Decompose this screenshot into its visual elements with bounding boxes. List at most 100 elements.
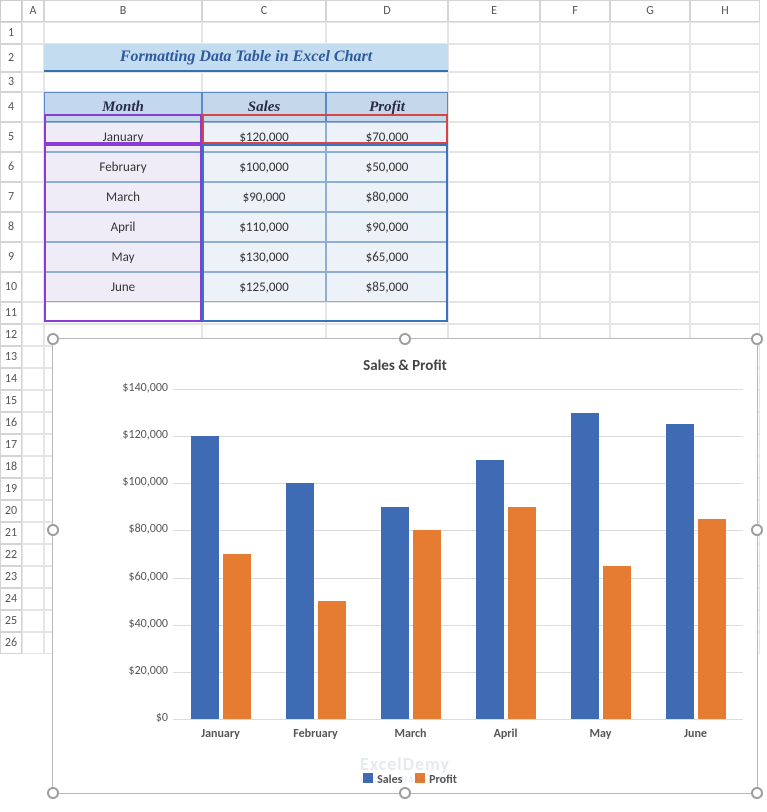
- row-header-15[interactable]: 15: [0, 390, 22, 412]
- cell-A12[interactable]: [22, 324, 44, 346]
- cell-A9[interactable]: [22, 242, 44, 272]
- row-header-9[interactable]: 9: [0, 242, 22, 272]
- cell-A4[interactable]: [22, 92, 44, 122]
- chart-handle-nw[interactable]: [47, 333, 59, 345]
- chart-container[interactable]: Sales & Profit $140,000$120,000$100,000$…: [52, 338, 758, 794]
- chart-handle-w[interactable]: [47, 524, 59, 536]
- cell-F2[interactable]: [540, 44, 610, 72]
- bar-sales[interactable]: [476, 460, 504, 719]
- cell-C1[interactable]: [202, 22, 326, 44]
- cell-A18[interactable]: [22, 456, 44, 478]
- cell-A16[interactable]: [22, 412, 44, 434]
- cell-D11[interactable]: [326, 302, 448, 324]
- row-header-12[interactable]: 12: [0, 324, 22, 346]
- row-header-14[interactable]: 14: [0, 368, 22, 390]
- cell-C11[interactable]: [202, 302, 326, 324]
- row-header-7[interactable]: 7: [0, 182, 22, 212]
- cell-E4[interactable]: [448, 92, 540, 122]
- bar-sales[interactable]: [286, 483, 314, 719]
- chart-handle-e[interactable]: [751, 524, 763, 536]
- cell-H4[interactable]: [690, 92, 760, 122]
- cell-G11[interactable]: [610, 302, 690, 324]
- cell-A22[interactable]: [22, 544, 44, 566]
- cell-H8[interactable]: [690, 212, 760, 242]
- bar-profit[interactable]: [508, 507, 536, 719]
- cell-A19[interactable]: [22, 478, 44, 500]
- cell-H10[interactable]: [690, 272, 760, 302]
- cell-A7[interactable]: [22, 182, 44, 212]
- table-cell-profit[interactable]: $90,000: [326, 212, 448, 242]
- cell-A21[interactable]: [22, 522, 44, 544]
- row-header-26[interactable]: 26: [0, 632, 22, 654]
- row-header-20[interactable]: 20: [0, 500, 22, 522]
- table-cell-month[interactable]: April: [44, 212, 202, 242]
- bar-profit[interactable]: [413, 530, 441, 719]
- cell-G7[interactable]: [610, 182, 690, 212]
- col-header-A[interactable]: A: [22, 0, 44, 22]
- cell-A1[interactable]: [22, 22, 44, 44]
- row-header-8[interactable]: 8: [0, 212, 22, 242]
- chart-handle-ne[interactable]: [751, 333, 763, 345]
- table-cell-month[interactable]: March: [44, 182, 202, 212]
- cell-A5[interactable]: [22, 122, 44, 152]
- col-header-C[interactable]: C: [202, 0, 326, 22]
- row-header-3[interactable]: 3: [0, 72, 22, 92]
- table-cell-profit[interactable]: $50,000: [326, 152, 448, 182]
- row-header-11[interactable]: 11: [0, 302, 22, 324]
- cell-A8[interactable]: [22, 212, 44, 242]
- table-cell-month[interactable]: May: [44, 242, 202, 272]
- cell-E7[interactable]: [448, 182, 540, 212]
- cell-H2[interactable]: [690, 44, 760, 72]
- bar-sales[interactable]: [191, 436, 219, 719]
- table-cell-month[interactable]: February: [44, 152, 202, 182]
- table-header-profit[interactable]: Profit: [326, 92, 448, 122]
- table-cell-profit[interactable]: $80,000: [326, 182, 448, 212]
- cell-D3[interactable]: [326, 72, 448, 92]
- col-header-D[interactable]: D: [326, 0, 448, 22]
- table-header-sales[interactable]: Sales: [202, 92, 326, 122]
- table-cell-sales[interactable]: $130,000: [202, 242, 326, 272]
- cell-A13[interactable]: [22, 346, 44, 368]
- row-header-22[interactable]: 22: [0, 544, 22, 566]
- cell-H1[interactable]: [690, 22, 760, 44]
- col-header-B[interactable]: B: [44, 0, 202, 22]
- table-cell-sales[interactable]: $120,000: [202, 122, 326, 152]
- cell-A10[interactable]: [22, 272, 44, 302]
- cell-A15[interactable]: [22, 390, 44, 412]
- cell-H6[interactable]: [690, 152, 760, 182]
- chart-handle-se[interactable]: [751, 787, 763, 799]
- cell-B11[interactable]: [44, 302, 202, 324]
- cell-A26[interactable]: [22, 632, 44, 654]
- chart-handle-sw[interactable]: [47, 787, 59, 799]
- cell-A2[interactable]: [22, 44, 44, 72]
- bar-sales[interactable]: [571, 413, 599, 719]
- cell-A23[interactable]: [22, 566, 44, 588]
- cell-E6[interactable]: [448, 152, 540, 182]
- bar-profit[interactable]: [223, 554, 251, 719]
- table-cell-sales[interactable]: $110,000: [202, 212, 326, 242]
- table-cell-profit[interactable]: $70,000: [326, 122, 448, 152]
- cell-A14[interactable]: [22, 368, 44, 390]
- row-header-5[interactable]: 5: [0, 122, 22, 152]
- cell-A24[interactable]: [22, 588, 44, 610]
- cell-G2[interactable]: [610, 44, 690, 72]
- row-header-10[interactable]: 10: [0, 272, 22, 302]
- bar-profit[interactable]: [603, 566, 631, 719]
- cell-G3[interactable]: [610, 72, 690, 92]
- cell-F7[interactable]: [540, 182, 610, 212]
- chart-handle-s[interactable]: [399, 787, 411, 799]
- cell-F9[interactable]: [540, 242, 610, 272]
- cell-H11[interactable]: [690, 302, 760, 324]
- cell-G10[interactable]: [610, 272, 690, 302]
- cell-F1[interactable]: [540, 22, 610, 44]
- row-header-16[interactable]: 16: [0, 412, 22, 434]
- cell-A25[interactable]: [22, 610, 44, 632]
- cell-E9[interactable]: [448, 242, 540, 272]
- cell-A20[interactable]: [22, 500, 44, 522]
- cell-F5[interactable]: [540, 122, 610, 152]
- bar-sales[interactable]: [666, 424, 694, 719]
- cell-B1[interactable]: [44, 22, 202, 44]
- cell-G8[interactable]: [610, 212, 690, 242]
- cell-G5[interactable]: [610, 122, 690, 152]
- row-header-2[interactable]: 2: [0, 44, 22, 72]
